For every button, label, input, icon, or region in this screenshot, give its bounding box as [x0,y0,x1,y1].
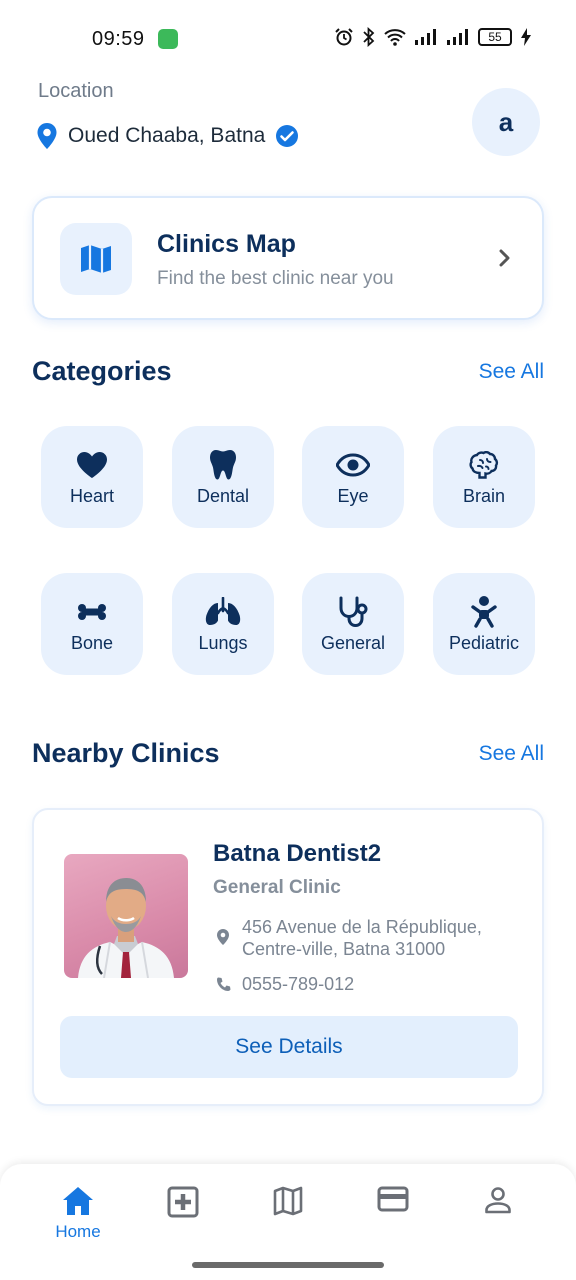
charging-icon [521,28,531,46]
clinic-address: 456 Avenue de la République, Centre-vill… [242,917,482,959]
category-label: General [320,632,386,653]
stethoscope-icon [339,596,368,627]
verified-check-icon [276,125,299,147]
bone-icon [78,603,106,620]
location-selector[interactable]: Oued Chaaba, Batna [36,122,299,150]
home-icon [63,1187,93,1215]
signal-icon-2 [447,29,468,45]
clinic-name: Batna Dentist2 [213,840,382,867]
doctor-illustration [78,878,174,978]
categories-see-all-link[interactable]: See All [479,360,544,384]
home-indicator[interactable] [192,1262,384,1268]
nav-home[interactable]: Home [38,1186,118,1242]
category-label: Heart [69,485,114,506]
map-card-subtitle: Find the best clinic near you [157,268,394,289]
wifi-icon [384,29,406,46]
category-general[interactable]: General [302,573,404,675]
medical-plus-icon [167,1186,199,1218]
card-icon [377,1186,409,1212]
category-label: Pediatric [448,632,520,653]
status-time: 09:59 [92,28,145,50]
see-details-button[interactable]: See Details [60,1016,518,1078]
nav-payments[interactable] [353,1186,433,1212]
location-value: Oued Chaaba, Batna [68,124,266,147]
phone-icon [217,977,231,991]
nav-clinics[interactable] [143,1186,223,1218]
category-pediatric[interactable]: Pediatric [433,573,535,675]
nav-home-label: Home [55,1222,101,1241]
status-icons: 55 [334,27,532,47]
clinic-type: General Clinic [213,877,341,898]
status-bar: 09:59 55 [0,0,576,78]
nav-map[interactable] [248,1186,328,1216]
category-heart[interactable]: Heart [41,426,143,528]
profile-icon [485,1187,511,1214]
baby-icon [471,595,497,628]
battery-indicator: 55 [478,28,512,46]
clinic-card[interactable]: Batna Dentist2 General Clinic 456 Avenue… [32,808,544,1106]
heart-icon [77,451,107,478]
bluetooth-icon [363,27,375,47]
avatar[interactable]: a [472,88,540,156]
alarm-icon [335,28,353,46]
categories-title: Categories [32,356,172,386]
category-bone[interactable]: Bone [41,573,143,675]
lungs-icon [205,596,241,625]
category-brain[interactable]: Brain [433,426,535,528]
chevron-right-icon [499,249,510,267]
signal-icon [415,29,436,45]
eye-icon [336,452,370,477]
brain-icon [469,450,499,479]
map-icon [81,245,111,273]
app-notification-icon [158,29,178,49]
nearby-see-all-link[interactable]: See All [479,742,544,766]
clinic-doctor-photo [64,854,188,978]
clinic-phone: 0555-789-012 [242,974,355,994]
clinics-map-card[interactable]: Clinics Map Find the best clinic near yo… [32,196,544,320]
location-pin-icon [217,929,229,945]
nav-profile[interactable] [458,1186,538,1214]
map-icon [273,1186,303,1216]
category-label: Lungs [198,632,248,653]
category-label: Brain [462,485,506,506]
nearby-clinics-title: Nearby Clinics [32,738,220,768]
category-label: Eye [337,485,369,506]
category-label: Dental [196,485,250,506]
category-dental[interactable]: Dental [172,426,274,528]
location-pin-icon [37,123,57,149]
category-label: Bone [70,632,114,653]
location-label: Location [38,80,114,102]
map-card-title: Clinics Map [157,230,296,258]
category-eye[interactable]: Eye [302,426,404,528]
tooth-icon [210,449,236,479]
map-card-icon-tile [60,223,132,295]
category-lungs[interactable]: Lungs [172,573,274,675]
